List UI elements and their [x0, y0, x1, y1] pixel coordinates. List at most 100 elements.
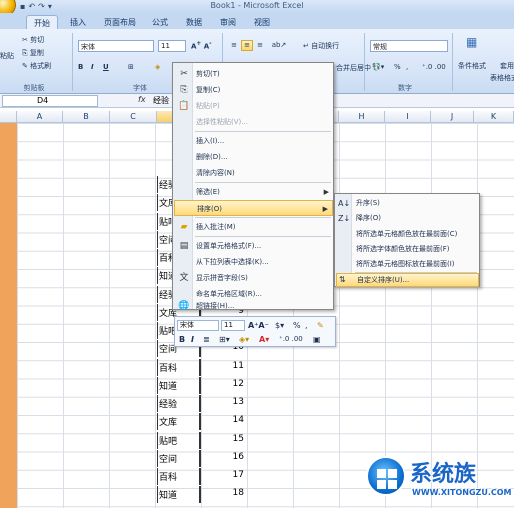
row-headers[interactable] [0, 123, 17, 508]
table-cell-e[interactable]: 18 [201, 486, 247, 503]
underline-button[interactable]: U [103, 63, 109, 71]
table-cell-d[interactable]: 文库 [157, 413, 201, 430]
align-middle-icon[interactable]: ≡ [241, 40, 253, 51]
italic-button[interactable]: I [91, 63, 94, 71]
submenu-item-custom-sort[interactable]: ⇅ 自定义排序(U)... [336, 273, 479, 287]
table-format-button-partial[interactable]: 套用 [500, 61, 514, 71]
table-cell-d[interactable]: 贴吧 [157, 432, 201, 449]
column-header[interactable]: J [431, 111, 474, 123]
column-header[interactable]: K [474, 111, 514, 123]
menu-item-define-name[interactable]: 命名单元格区域(R)... [174, 286, 333, 302]
table-cell-e[interactable]: 13 [201, 395, 247, 412]
tab-view[interactable]: 视图 [248, 15, 276, 29]
column-header[interactable]: C [110, 111, 157, 123]
menu-item-clear[interactable]: 清除内容(N) [174, 165, 333, 181]
menu-item-phonetic[interactable]: 文显示拼音字段(S) [174, 270, 333, 286]
merge-center-button[interactable]: 合并后居中 [336, 63, 371, 73]
mini-merge-icon[interactable]: ▣ [313, 334, 321, 345]
table-cell-e[interactable]: 17 [201, 468, 247, 485]
menu-item-insert[interactable]: 插入(I)... [174, 133, 333, 149]
mini-percent-button[interactable]: % [293, 320, 301, 331]
table-format-button[interactable]: 表格格式 [490, 73, 514, 83]
mini-decimal-icons[interactable]: ⁺.0 .00 [279, 334, 303, 345]
table-cell-d[interactable]: 百科 [157, 359, 201, 376]
submenu-item-sort-desc[interactable]: Z↓ 降序(O) [336, 211, 479, 226]
submenu-item-icon[interactable]: 将所选单元格图标放在最前面(I) [336, 257, 479, 272]
fx-icon[interactable]: fx [138, 95, 146, 104]
table-cell-d[interactable]: 百科 [157, 468, 201, 485]
submenu-item-sort-asc[interactable]: A↓ 升序(S) [336, 196, 479, 211]
font-name-select[interactable]: 宋体 [78, 40, 154, 52]
mini-font-size[interactable]: 11 [221, 320, 245, 331]
table-cell-e[interactable]: 14 [201, 413, 247, 430]
menu-item-copy[interactable]: ⎘ 复制(C) [174, 82, 333, 98]
menu-item-paste[interactable]: 📋 粘贴(P) [174, 98, 333, 114]
table-cell-e[interactable]: 16 [201, 450, 247, 467]
format-painter-button[interactable]: ✎ 格式刷 [22, 61, 51, 71]
menu-item-hyperlink[interactable]: 🌐 超链接(H)... [174, 301, 333, 311]
conditional-format-icon[interactable]: ▦ [466, 35, 477, 49]
menu-item-sort[interactable]: 排序(O) ▶ [174, 200, 333, 216]
table-cell-d[interactable]: 知道 [157, 486, 201, 503]
mini-font-color-icon[interactable]: A▾ [259, 334, 269, 345]
menu-item-cut[interactable]: ✂ 剪切(T) [174, 66, 333, 82]
copy-button[interactable]: ⎘ 复制 [22, 48, 44, 58]
mini-font-name[interactable]: 宋体 [177, 320, 219, 331]
tab-data[interactable]: 数据 [180, 15, 208, 29]
mini-format-painter-icon[interactable]: ✎ [317, 320, 324, 331]
table-cell-d[interactable]: 经验 [157, 395, 201, 412]
column-header[interactable]: H [339, 111, 385, 123]
table-cell-e[interactable]: 12 [201, 377, 247, 394]
table-cell-d[interactable]: 空间 [157, 450, 201, 467]
column-header[interactable]: B [63, 111, 110, 123]
mini-borders-icon[interactable]: ⊞▾ [219, 334, 230, 345]
orientation-icon[interactable]: ab↗ [270, 40, 288, 51]
comma-button[interactable]: , [406, 63, 408, 71]
paste-button[interactable]: 粘贴 [0, 51, 14, 61]
fill-color-icon[interactable]: ◈ [155, 63, 160, 71]
menu-item-format-cells[interactable]: ▤ 设置单元格格式(F)... [174, 238, 333, 254]
wrap-text-button[interactable]: ↵ 自动换行 [303, 41, 339, 51]
tab-home[interactable]: 开始 [26, 15, 58, 29]
menu-item-filter[interactable]: 筛选(E) ▶ [174, 184, 333, 200]
formula-input[interactable]: 经验 [153, 95, 169, 106]
mini-center-icon[interactable]: ≣ [203, 334, 210, 345]
menu-item-insert-comment[interactable]: ▰ 插入批注(M) [174, 219, 333, 235]
mini-comma-button[interactable]: , [305, 320, 308, 331]
tab-formulas[interactable]: 公式 [146, 15, 174, 29]
menu-item-label: 清除内容(N) [196, 169, 235, 177]
mini-toolbar: 宋体 11 A⁺A⁻ $▾ % , ✎ B I ≣ ⊞▾ ◈▾ A▾ ⁺.0 .… [174, 316, 336, 347]
borders-icon[interactable]: ⊞ [128, 63, 134, 71]
percent-button[interactable]: % [394, 63, 401, 71]
name-box[interactable]: D4 [2, 95, 98, 107]
menu-item-delete[interactable]: 删除(D)... [174, 149, 333, 165]
conditional-format-button[interactable]: 条件格式 [458, 61, 486, 71]
mini-italic-button[interactable]: I [191, 334, 194, 345]
mini-grow-font-icon[interactable]: A⁺A⁻ [248, 320, 269, 331]
table-cell-e[interactable]: 11 [201, 359, 247, 376]
align-bottom-icon[interactable]: ≡ [254, 40, 266, 51]
cut-button[interactable]: ✂ 剪切 [22, 35, 44, 45]
grow-font-icon[interactable]: A+ A- [191, 41, 212, 50]
tab-page-layout[interactable]: 页面布局 [98, 15, 142, 29]
submenu-item-cell-color[interactable]: 将所选单元格颜色放在最前面(C) [336, 227, 479, 242]
decimal-icons[interactable]: ⁺.0 .00 [422, 63, 446, 71]
table-cell-e[interactable]: 15 [201, 432, 247, 449]
menu-item-pick-list[interactable]: 从下拉列表中选择(K)... [174, 254, 333, 270]
mini-fill-color-icon[interactable]: ◈▾ [239, 334, 249, 345]
number-format-select[interactable]: 常规 [370, 40, 448, 52]
currency-icon[interactable]: 💱▾ [372, 63, 384, 71]
bold-button[interactable]: B [78, 63, 83, 71]
tab-review[interactable]: 审阅 [214, 15, 242, 29]
menu-item-paste-special[interactable]: 选择性粘贴(V)... [174, 114, 333, 130]
align-top-icon[interactable]: ≡ [228, 40, 240, 51]
font-size-select[interactable]: 11 [158, 40, 186, 52]
table-cell-d[interactable]: 知道 [157, 377, 201, 394]
mini-bold-button[interactable]: B [179, 334, 185, 345]
tab-insert[interactable]: 插入 [64, 15, 92, 29]
column-header[interactable]: A [17, 111, 63, 123]
select-all-corner[interactable] [0, 111, 17, 123]
submenu-item-font-color[interactable]: 将所选字体颜色放在最前面(F) [336, 242, 479, 257]
column-header[interactable]: I [385, 111, 431, 123]
mini-currency-icon[interactable]: $▾ [275, 320, 284, 331]
